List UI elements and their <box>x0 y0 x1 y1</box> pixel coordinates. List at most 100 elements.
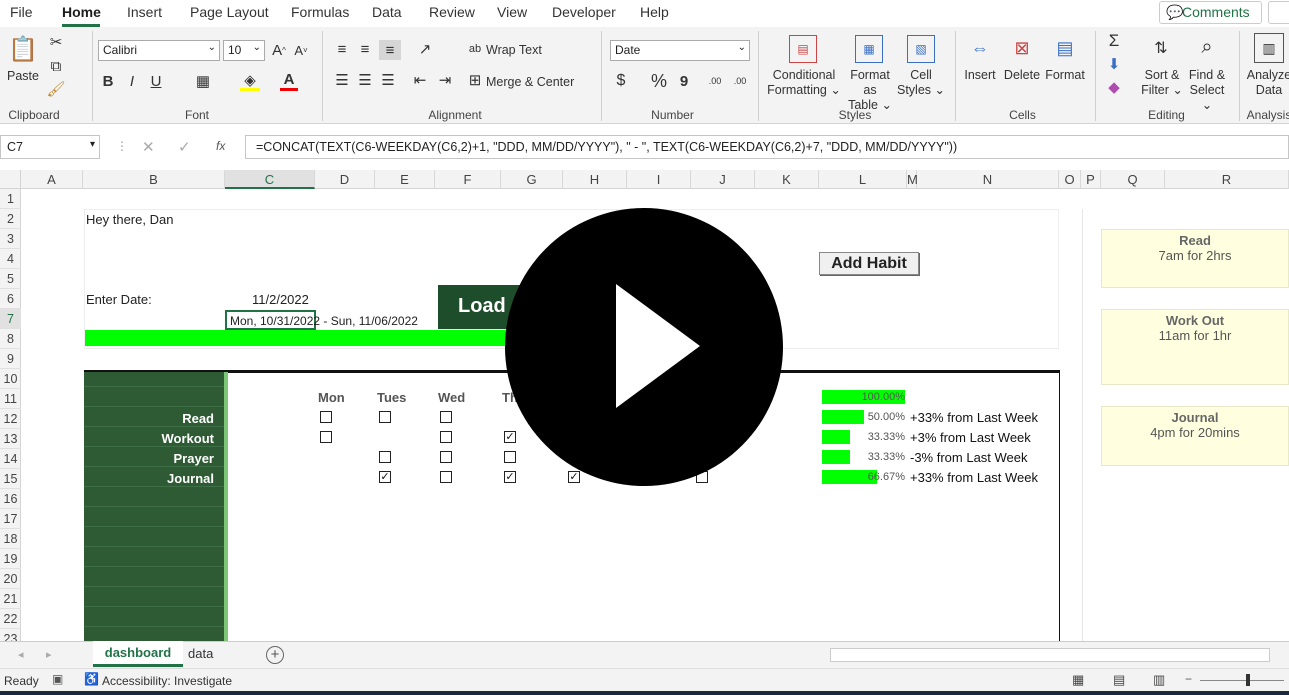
habit-checkbox[interactable]: ✓ <box>379 471 391 483</box>
tab-data[interactable]: data <box>188 646 213 661</box>
shrink-font-icon[interactable]: A ˅ <box>292 40 310 60</box>
habit-checkbox[interactable] <box>379 411 391 423</box>
column-header-d[interactable]: D <box>315 170 375 189</box>
column-header-k[interactable]: K <box>755 170 819 189</box>
row-header-4[interactable]: 4 <box>0 249 21 269</box>
row-header-17[interactable]: 17 <box>0 509 21 529</box>
date-cell[interactable]: 11/2/2022 <box>252 292 309 307</box>
row-header-5[interactable]: 5 <box>0 269 21 289</box>
menu-page-layout[interactable]: Page Layout <box>190 4 269 20</box>
currency-button[interactable]: $ <box>612 71 630 91</box>
column-header-p[interactable]: P <box>1081 170 1101 189</box>
autosum-button[interactable]: Σ <box>1104 31 1124 51</box>
habit-checkbox[interactable]: ✓ <box>568 471 580 483</box>
select-all-button[interactable] <box>0 170 21 189</box>
font-name-select[interactable]: Calibri ⌄ <box>98 40 220 61</box>
bold-button[interactable]: B <box>100 71 116 91</box>
delete-cells-button[interactable]: Delete <box>1002 68 1042 83</box>
column-header-h[interactable]: H <box>563 170 627 189</box>
row-header-6[interactable]: 6 <box>0 289 21 309</box>
habit-checkbox[interactable]: ✓ <box>504 431 516 443</box>
row-header-19[interactable]: 19 <box>0 549 21 569</box>
number-format-select[interactable]: Date ⌄ <box>610 40 750 61</box>
increase-indent-icon[interactable]: ⇥ <box>436 71 454 89</box>
row-header-15[interactable]: 15 <box>0 469 21 489</box>
row-header-7[interactable]: 7 <box>0 309 21 329</box>
cancel-icon[interactable]: ✕ <box>142 138 155 156</box>
menu-data[interactable]: Data <box>372 4 402 20</box>
habit-checkbox[interactable] <box>320 431 332 443</box>
enter-icon[interactable]: ✓ <box>178 138 191 156</box>
row-header-10[interactable]: 10 <box>0 369 21 389</box>
menu-insert[interactable]: Insert <box>127 4 162 20</box>
row-header-21[interactable]: 21 <box>0 589 21 609</box>
font-size-select[interactable]: 10 ⌄ <box>223 40 265 61</box>
column-header-c[interactable]: C <box>225 170 315 189</box>
copy-icon[interactable]: ⧉ <box>47 57 65 75</box>
column-header-n[interactable]: N <box>917 170 1059 189</box>
row-header-9[interactable]: 9 <box>0 349 21 369</box>
comma-button[interactable]: 9 <box>676 71 692 91</box>
horizontal-scrollbar[interactable] <box>830 648 1270 662</box>
row-header-20[interactable]: 20 <box>0 569 21 589</box>
format-cells-button[interactable]: Format <box>1043 68 1087 83</box>
font-color-icon[interactable]: A <box>280 71 298 91</box>
add-sheet-icon[interactable]: + <box>266 646 284 664</box>
italic-button[interactable]: I <box>124 71 140 91</box>
formula-input[interactable]: =CONCAT(TEXT(C6-WEEKDAY(C6,2)+1, "DDD, M… <box>245 135 1289 159</box>
align-top-icon[interactable]: ≡ <box>333 40 351 58</box>
zoom-slider[interactable] <box>1200 680 1284 681</box>
habit-checkbox[interactable] <box>440 411 452 423</box>
paste-button[interactable]: Paste <box>6 69 40 84</box>
tab-scroll-left-icon[interactable]: ◂ <box>18 648 24 661</box>
percent-button[interactable]: % <box>650 71 668 91</box>
page-break-view-icon[interactable]: ▥ <box>1153 672 1165 688</box>
decrease-indent-icon[interactable]: ⇤ <box>411 71 429 89</box>
comments-button[interactable]: 💬 Comments <box>1159 1 1262 24</box>
row-header-8[interactable]: 8 <box>0 329 21 349</box>
format-as-table-button[interactable]: Format as Table ⌄ <box>842 68 898 113</box>
column-header-b[interactable]: B <box>83 170 225 189</box>
align-bottom-icon[interactable]: ≡ <box>379 40 401 60</box>
menu-formulas[interactable]: Formulas <box>291 4 349 20</box>
column-header-j[interactable]: J <box>691 170 755 189</box>
menu-help[interactable]: Help <box>640 4 669 20</box>
row-header-11[interactable]: 11 <box>0 389 21 409</box>
tab-scroll-right-icon[interactable]: ▸ <box>46 648 52 661</box>
fill-color-icon[interactable]: ◈ <box>240 71 260 91</box>
align-middle-icon[interactable]: ≡ <box>356 40 374 58</box>
cell-styles-button[interactable]: Cell Styles ⌄ <box>897 68 945 98</box>
normal-view-icon[interactable]: ▦ <box>1072 672 1084 688</box>
analyze-data-button[interactable]: Analyze Data <box>1246 68 1289 98</box>
share-button[interactable] <box>1268 1 1289 24</box>
merge-center-button[interactable]: Merge & Center <box>486 75 574 90</box>
row-header-2[interactable]: 2 <box>0 209 21 229</box>
column-header-i[interactable]: I <box>627 170 691 189</box>
grow-font-icon[interactable]: A ^ <box>270 40 288 60</box>
habit-checkbox[interactable] <box>440 451 452 463</box>
macro-record-icon[interactable]: ▣ <box>52 672 63 686</box>
habit-checkbox[interactable]: ✓ <box>504 471 516 483</box>
conditional-formatting-button[interactable]: Conditional Formatting ⌄ <box>766 68 842 98</box>
menu-home[interactable]: Home <box>62 4 101 20</box>
row-header-13[interactable]: 13 <box>0 429 21 449</box>
cut-icon[interactable]: ✂ <box>47 33 65 51</box>
row-header-14[interactable]: 14 <box>0 449 21 469</box>
column-header-f[interactable]: F <box>435 170 501 189</box>
insert-function-button[interactable]: fx <box>216 139 225 153</box>
clear-icon[interactable]: ◆ <box>1104 77 1124 97</box>
column-header-m[interactable]: M <box>907 170 918 189</box>
habit-checkbox[interactable] <box>440 471 452 483</box>
menu-file[interactable]: File <box>10 4 33 20</box>
add-habit-button[interactable]: Add Habit <box>819 252 919 275</box>
column-header-q[interactable]: Q <box>1101 170 1165 189</box>
underline-button[interactable]: U <box>148 71 164 91</box>
habit-checkbox[interactable] <box>504 451 516 463</box>
insert-cells-button[interactable]: Insert <box>960 68 1000 83</box>
increase-decimal-button[interactable]: .00 <box>705 71 725 91</box>
habit-checkbox[interactable] <box>320 411 332 423</box>
borders-icon[interactable]: ▦ <box>193 71 213 91</box>
align-center-icon[interactable]: ☰ <box>356 71 374 89</box>
row-header-3[interactable]: 3 <box>0 229 21 249</box>
align-left-icon[interactable]: ☰ <box>333 71 351 89</box>
